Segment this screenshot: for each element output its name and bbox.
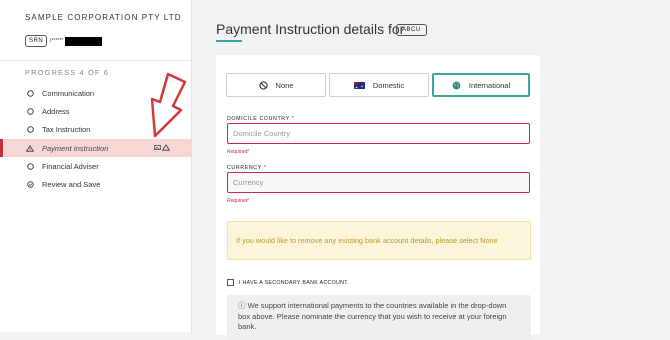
field-placeholder: Currency bbox=[233, 178, 264, 187]
srn-row: SRN I****** bbox=[25, 35, 103, 47]
nav-item-label: Communication bbox=[42, 88, 95, 98]
australia-flag-icon bbox=[353, 81, 365, 89]
nav-item-payment-instruction[interactable]: Payment Instruction bbox=[0, 138, 191, 158]
circle-icon bbox=[25, 108, 35, 115]
label-text: CURRENCY bbox=[227, 165, 262, 171]
tab-label: International bbox=[468, 80, 511, 90]
field-placeholder: Domicile Country bbox=[233, 129, 291, 138]
nav-item-label: Address bbox=[42, 106, 70, 116]
currency-required-text: Required! bbox=[227, 198, 249, 204]
checkbox-label: I HAVE A SECONDARY BANK ACCOUNT. bbox=[239, 279, 349, 286]
srn-redaction bbox=[65, 36, 103, 46]
no-entry-icon bbox=[258, 80, 268, 90]
tab-label: Domestic bbox=[372, 80, 405, 90]
info-line: box above. Please nominate the currency … bbox=[238, 311, 507, 321]
label-text: DOMICILE COUNTRY bbox=[227, 116, 290, 122]
tab-label: None bbox=[275, 80, 294, 90]
nav-item-label: Payment Instruction bbox=[42, 143, 109, 153]
circle-icon bbox=[25, 89, 35, 97]
domicile-required-text: Required! bbox=[227, 149, 249, 155]
payment-card: None Domestic International DOMICILE COU… bbox=[216, 55, 540, 340]
domicile-country-select[interactable]: Domicile Country bbox=[227, 123, 530, 144]
nav-item-financial-adviser[interactable]: Financial Adviser bbox=[0, 157, 191, 175]
title-underline bbox=[216, 40, 242, 42]
info-line: ⓘ We support international payments to t… bbox=[238, 301, 507, 310]
secondary-account-row[interactable]: I HAVE A SECONDARY BANK ACCOUNT. bbox=[227, 279, 349, 286]
required-star: * bbox=[263, 165, 267, 171]
tab-international[interactable]: International bbox=[432, 73, 530, 97]
check-circle-icon bbox=[25, 181, 35, 188]
nav-item-label: Financial Adviser bbox=[42, 161, 99, 171]
image-warning-icon bbox=[154, 144, 161, 150]
payment-type-tabs: None Domestic International bbox=[226, 73, 530, 97]
page-title: Payment Instruction details for bbox=[216, 21, 405, 37]
account-badge: ABCU bbox=[396, 24, 427, 36]
annotation-arrow-icon bbox=[150, 72, 187, 138]
warning-icon bbox=[25, 144, 35, 152]
international-info-box: ⓘ We support international payments to t… bbox=[227, 295, 531, 340]
sidebar-divider bbox=[0, 60, 191, 61]
circle-icon bbox=[25, 163, 35, 170]
required-star: * bbox=[291, 116, 295, 122]
globe-icon bbox=[452, 81, 461, 89]
currency-label: CURRENCY * bbox=[227, 165, 266, 171]
warning-icon bbox=[162, 143, 170, 151]
company-name: SAMPLE CORPORATION PTY LTD bbox=[25, 13, 182, 22]
tab-domestic[interactable]: Domestic bbox=[329, 73, 429, 97]
status-icons bbox=[154, 143, 170, 151]
nav-item-label: Tax Instruction bbox=[42, 125, 91, 135]
progress-label: PROGRESS 4 OF 6 bbox=[25, 68, 110, 77]
domicile-country-label: DOMICILE COUNTRY * bbox=[227, 116, 294, 122]
nav-item-review-and-save[interactable]: Review and Save bbox=[0, 175, 191, 193]
circle-icon bbox=[25, 126, 35, 133]
secondary-account-checkbox[interactable] bbox=[227, 279, 234, 286]
sidebar: SAMPLE CORPORATION PTY LTD SRN I****** P… bbox=[0, 0, 192, 332]
info-line: bank. bbox=[238, 322, 257, 331]
currency-select[interactable]: Currency bbox=[227, 172, 530, 193]
tab-none[interactable]: None bbox=[226, 73, 326, 97]
remove-bank-notice: If you would like to remove any existing… bbox=[227, 221, 531, 260]
nav-item-label: Review and Save bbox=[42, 180, 101, 190]
srn-mask: I****** bbox=[50, 38, 64, 44]
srn-tag: SRN bbox=[25, 35, 48, 47]
